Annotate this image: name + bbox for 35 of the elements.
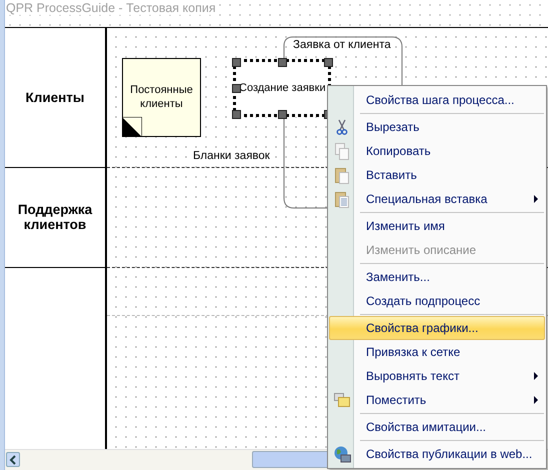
menu-item[interactable]: Свойства шага процесса... xyxy=(329,88,545,112)
menu-item[interactable]: Копировать xyxy=(329,139,545,163)
menu-item[interactable]: Вставить xyxy=(329,163,545,187)
flow-label: Бланки заявок xyxy=(193,150,270,162)
layers-icon xyxy=(334,393,350,407)
menu-item[interactable]: Выровнять текст xyxy=(329,364,545,388)
resize-handle[interactable] xyxy=(278,110,287,119)
scissors-icon xyxy=(336,119,348,135)
diagram-title: QPR ProcessGuide - Тестовая копия xyxy=(6,1,216,16)
process-step[interactable]: Создание заявки xyxy=(233,58,331,117)
menu-item[interactable]: Свойства графики... xyxy=(329,316,545,340)
menu-item[interactable]: Изменить имя xyxy=(329,214,545,238)
globe-icon xyxy=(334,446,350,462)
scroll-left-button[interactable] xyxy=(6,452,20,468)
lane-label: Клиенты xyxy=(24,90,86,105)
resize-handle[interactable] xyxy=(278,58,287,67)
menu-item[interactable]: Свойства публикации в web... xyxy=(329,442,545,466)
resize-handle[interactable] xyxy=(232,110,241,119)
menu-item[interactable]: Заменить... xyxy=(329,265,545,289)
menu-item[interactable]: Вырезать xyxy=(329,115,545,139)
store-shape[interactable]: Постоянные клиенты xyxy=(122,58,201,137)
resize-handle[interactable] xyxy=(232,84,241,93)
paste-special-icon xyxy=(335,190,349,208)
paste-icon xyxy=(335,166,349,184)
copy-icon xyxy=(335,142,349,160)
menu-item[interactable]: Поместить xyxy=(329,388,545,412)
menu-item[interactable]: Создать подпроцесс xyxy=(329,289,545,313)
resize-handle[interactable] xyxy=(324,58,333,67)
menu-item[interactable]: Специальная вставка xyxy=(329,187,545,211)
resize-handle[interactable] xyxy=(232,58,241,67)
chevron-left-icon xyxy=(9,454,17,465)
menu-item[interactable]: Свойства имитации... xyxy=(329,415,545,439)
flow-label: Заявка от клиента xyxy=(293,38,391,51)
lane-label: Поддержка клиентов xyxy=(16,202,94,232)
menu-item[interactable]: Привязка к сетке xyxy=(329,340,545,364)
